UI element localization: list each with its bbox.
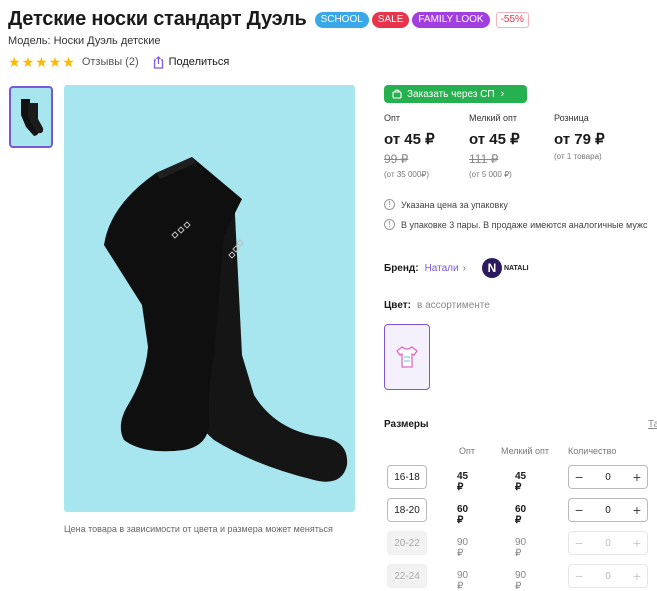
plus-button[interactable]: + [633, 503, 641, 517]
product-main-image[interactable] [64, 85, 355, 512]
minus-button: − [575, 568, 584, 584]
brand-row: Бренд: Натали › N NATALI [384, 258, 529, 278]
badge-school[interactable]: SCHOOL [314, 11, 369, 28]
brand-label: Бренд: [384, 262, 419, 274]
chevron-right-icon: › [500, 88, 505, 100]
minus-button: − [575, 535, 584, 551]
star-icon: ★ [8, 54, 21, 70]
price-label: Мелкий опт [469, 113, 518, 123]
order-sp-button[interactable]: Заказать через СП › [384, 85, 527, 103]
brand-logo-text: NATALI [503, 264, 529, 272]
color-swatch-assorted[interactable] [384, 324, 430, 390]
size-price-opt: 90 ₽ [457, 537, 469, 559]
quantity-stepper: − 0 + [568, 531, 648, 555]
brand-logo[interactable]: N NATALI [481, 258, 529, 278]
star-icon: ★ [48, 54, 62, 70]
badge-family-look[interactable]: FAMILY LOOK [412, 11, 490, 28]
size-chip[interactable]: 16-18 [387, 465, 427, 489]
size-chip: 20-22 [387, 531, 427, 555]
size-price-small: 90 ₽ [515, 537, 527, 559]
cart-icon [392, 89, 402, 99]
price-old: 111 ₽ [469, 152, 499, 166]
size-chart-link[interactable]: Та [648, 419, 657, 430]
star-icon: ★ [62, 54, 75, 70]
plus-button[interactable]: + [633, 470, 641, 484]
minus-button[interactable]: − [575, 470, 583, 484]
price-value: от 45 ₽ [469, 131, 520, 148]
color-label: Цвет: [384, 300, 411, 311]
info-text: Указана цена за упаковку [401, 199, 508, 210]
socks-image [104, 157, 348, 482]
socks-thumbnail-image [21, 99, 44, 136]
rating-row: ★ ★ ★ ★ ★ Отзывы (2) Поделиться [8, 55, 229, 69]
product-title: Детские носки стандарт Дуэль [8, 8, 307, 30]
product-model: Модель: Носки Дуэль детские [8, 35, 161, 47]
price-note: (от 35 000₽) [384, 170, 430, 179]
info-icon: ! [384, 199, 395, 210]
info-pack-price: ! Указана цена за упаковку [384, 199, 508, 210]
price-wholesale: Опт от 45 ₽ 99 ₽ (от 35 000₽) [384, 113, 435, 179]
col-header-small: Мелкий опт [501, 446, 550, 456]
size-chip[interactable]: 18-20 [387, 498, 427, 522]
share-label: Поделиться [168, 56, 230, 68]
price-note: (от 5 000 ₽) [469, 170, 512, 179]
minus-button[interactable]: − [575, 503, 583, 517]
brand-link[interactable]: Натали [425, 263, 459, 274]
quantity-stepper: − 0 + [568, 465, 648, 489]
size-price-small: 90 ₽ [515, 570, 527, 591]
gallery-thumbnail[interactable] [9, 86, 53, 148]
star-icon: ★ [21, 54, 35, 70]
price-label: Опт [384, 113, 400, 123]
badge-sale[interactable]: SALE [371, 11, 410, 28]
price-small-wholesale: Мелкий опт от 45 ₽ 111 ₽ (от 5 000 ₽) [469, 113, 520, 179]
price-value: от 45 ₽ [384, 131, 435, 148]
discount-badge: -55% [495, 11, 529, 28]
price-label: Розница [554, 113, 589, 123]
color-value: в ассортименте [416, 300, 490, 311]
size-price-opt: 60 ₽ [457, 504, 469, 526]
order-sp-label: Заказать через СП [407, 88, 495, 100]
chevron-down-icon[interactable]: › [463, 263, 466, 274]
price-note: (от 1 товара) [554, 152, 602, 161]
quantity-value[interactable]: 0 [605, 472, 611, 483]
col-header-qty: Количество [568, 446, 617, 456]
size-price-small: 45 ₽ [515, 471, 527, 493]
tshirt-icon [396, 346, 418, 368]
title-row: Детские носки стандарт Дуэль SCHOOL SALE… [8, 8, 529, 31]
info-pack-content: ! В упаковке 3 пары. В продаже имеются а… [384, 219, 647, 230]
plus-button: + [632, 568, 641, 584]
reviews-link[interactable]: Отзывы (2) [82, 56, 139, 68]
share-icon [153, 55, 163, 69]
share-button[interactable]: Поделиться [153, 55, 230, 69]
price-caption: Цена товара в зависимости от цвета и раз… [64, 524, 333, 534]
quantity-value: 0 [605, 537, 611, 549]
quantity-stepper: − 0 + [568, 498, 648, 522]
color-row: Цвет: в ассортименте [384, 300, 490, 311]
size-price-opt: 45 ₽ [457, 471, 469, 493]
quantity-value[interactable]: 0 [605, 505, 611, 516]
info-icon: ! [384, 219, 395, 230]
price-value: от 79 ₽ [554, 131, 605, 148]
size-chip: 22-24 [387, 564, 427, 588]
size-price-opt: 90 ₽ [457, 570, 469, 591]
size-price-small: 60 ₽ [515, 504, 527, 526]
col-header-opt: Опт [459, 446, 475, 456]
sizes-title: Размеры [384, 419, 429, 430]
star-icon: ★ [35, 54, 48, 70]
quantity-value: 0 [605, 570, 611, 582]
price-retail: Розница от 79 ₽ (от 1 товара) [554, 113, 605, 161]
price-old: 99 ₽ [384, 152, 409, 166]
info-text: В упаковке 3 пары. В продаже имеются ана… [401, 219, 648, 230]
quantity-stepper: − 0 + [568, 564, 648, 588]
plus-button: + [632, 535, 641, 551]
brand-logo-mark: N [481, 258, 502, 278]
